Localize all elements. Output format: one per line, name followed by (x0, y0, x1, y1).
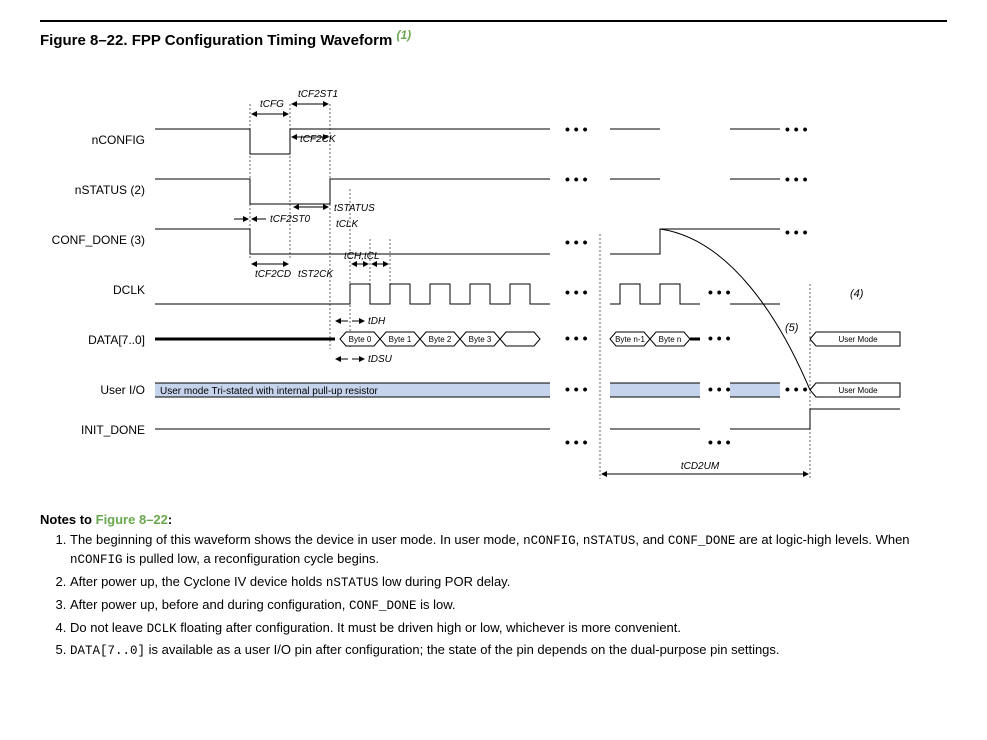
dots-icon: • • • (785, 171, 808, 187)
data-byte-3: Byte 3 (460, 332, 500, 346)
dots-icon: • • • (708, 434, 731, 450)
svg-text:Byte 0: Byte 0 (349, 335, 372, 344)
note-item-1: The beginning of this waveform shows the… (70, 531, 947, 569)
data-byte-1: Byte 1 (380, 332, 420, 346)
dots-icon: • • • (785, 121, 808, 137)
sig-nstatus: nSTATUS (2) (75, 183, 145, 197)
t-cfg: tCFG (260, 99, 284, 110)
t-chcl: tCH,tCL (344, 251, 380, 262)
t-cf2cd: tCF2CD (255, 269, 291, 280)
figure-title-text: FPP Configuration Timing Waveform (132, 32, 393, 49)
notes-list: The beginning of this waveform shows the… (40, 531, 947, 660)
dots-icon: • • • (565, 434, 588, 450)
t-cf2ck: tCF2CK (300, 134, 337, 145)
svg-text:Byte 2: Byte 2 (429, 335, 452, 344)
svg-text:Byte n: Byte n (659, 335, 682, 344)
dots-icon: • • • (785, 224, 808, 240)
note-item-5: DATA[7..0] is available as a user I/O pi… (70, 641, 947, 660)
note-item-3: After power up, before and during config… (70, 596, 947, 615)
data-byte-n: Byte n (650, 332, 690, 346)
note-item-2: After power up, the Cyclone IV device ho… (70, 573, 947, 592)
svg-text:Byte 3: Byte 3 (469, 335, 492, 344)
data-byte-n1: Byte n-1 (610, 332, 650, 346)
timing-diagram: nCONFIG nSTATUS (2) CONF_DONE (3) DCLK D… (40, 59, 947, 492)
notes-figure-link: Figure 8–22 (96, 512, 168, 527)
dots-icon: • • • (565, 121, 588, 137)
t-status: tSTATUS (334, 203, 375, 214)
t-st2ck: tST2CK (298, 269, 334, 280)
svg-text:Byte 1: Byte 1 (389, 335, 412, 344)
dots-icon: • • • (565, 284, 588, 300)
figure-number: Figure 8–22. (40, 32, 128, 49)
user-mode-data: User Mode (838, 335, 878, 344)
t-cd2um: tCD2UM (681, 461, 720, 472)
notes-heading: Notes to Figure 8–22: (40, 512, 947, 527)
t-clk: tCLK (336, 219, 360, 230)
dots-icon: • • • (565, 330, 588, 346)
sig-nconfig: nCONFIG (92, 133, 145, 147)
sig-initdone: INIT_DONE (81, 423, 145, 437)
dots-icon: • • • (785, 381, 808, 397)
t-cf2st1: tCF2ST1 (298, 89, 338, 100)
user-mode-io: User Mode (838, 386, 878, 395)
sig-data: DATA[7..0] (88, 333, 145, 347)
sig-userio: User I/O (100, 383, 145, 397)
dots-icon: • • • (565, 171, 588, 187)
user-io-tristate: User mode Tri-stated with internal pull-… (160, 386, 379, 397)
dots-icon: • • • (565, 234, 588, 250)
dots-icon: • • • (565, 381, 588, 397)
t-dh: tDH (368, 316, 386, 327)
note-4: (4) (850, 288, 864, 300)
dots-icon: • • • (708, 330, 731, 346)
figure-title: Figure 8–22. FPP Configuration Timing Wa… (40, 20, 947, 49)
data-byte-0: Byte 0 (340, 332, 380, 346)
sig-dclk: DCLK (113, 283, 145, 297)
t-dsu: tDSU (368, 354, 393, 365)
dots-icon: • • • (708, 284, 731, 300)
svg-text:Byte n-1: Byte n-1 (615, 335, 645, 344)
data-byte-2: Byte 2 (420, 332, 460, 346)
sig-confdone: CONF_DONE (3) (52, 233, 145, 247)
t-cf2st0: tCF2ST0 (270, 214, 310, 225)
note-item-4: Do not leave DCLK floating after configu… (70, 619, 947, 638)
note-5: (5) (785, 322, 799, 334)
figure-superscript: (1) (396, 28, 411, 42)
dots-icon: • • • (708, 381, 731, 397)
